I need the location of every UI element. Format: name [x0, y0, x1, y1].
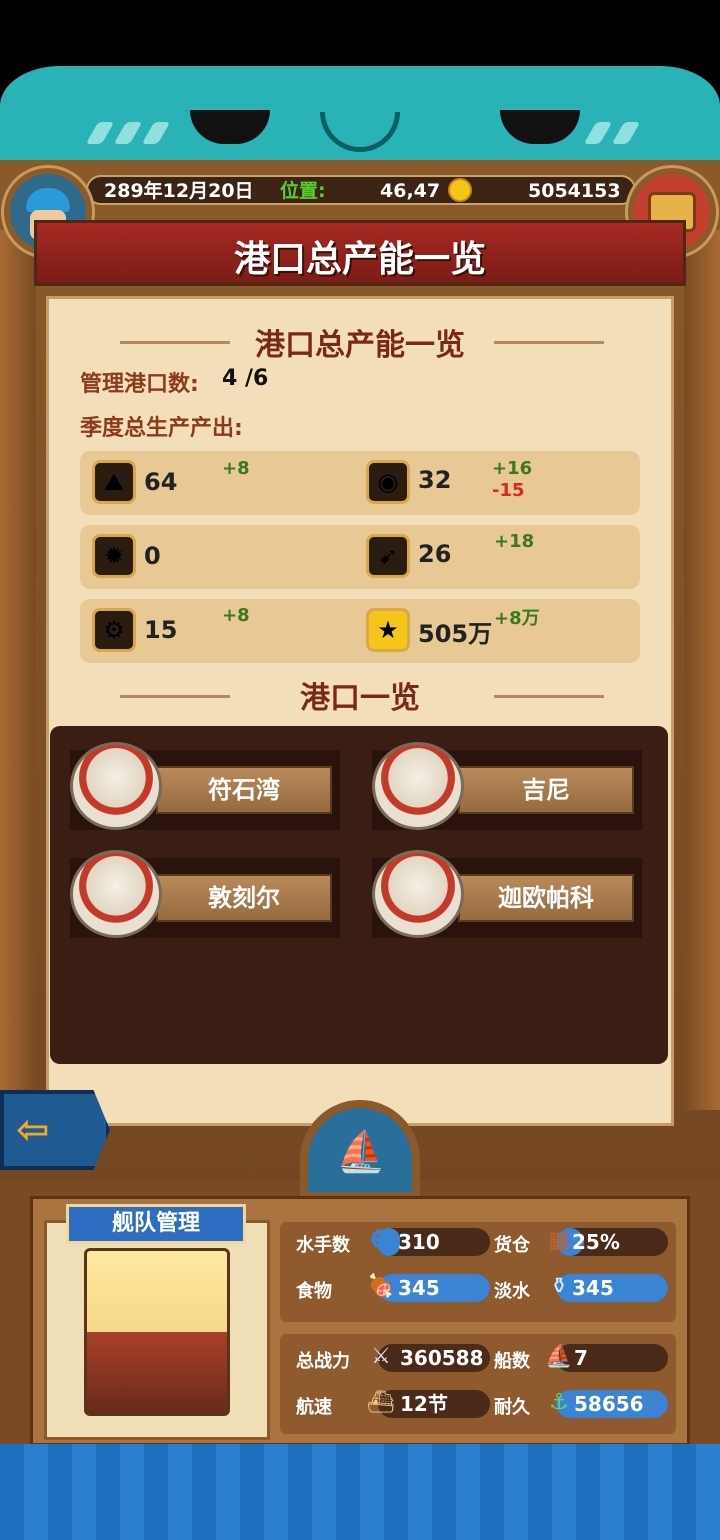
ship-count-icon: ⛵ — [545, 1344, 573, 1369]
gear-badge-icon: ✹ — [92, 534, 136, 578]
crate-icon: ▦ — [548, 1228, 570, 1253]
crystal-icon: ◉ — [366, 460, 410, 504]
power-value: 360588 — [400, 1346, 484, 1370]
speed-ship-icon: ⛴ — [367, 1390, 395, 1415]
resource-value: 64 — [144, 468, 178, 496]
status-bar: 289年12月20日 位置: 46,47 5054153 — [86, 175, 636, 205]
cheek-stripe — [583, 122, 613, 144]
gold-coin-icon: ★ — [366, 608, 410, 652]
cheek-stripe — [141, 122, 171, 144]
pirate-hat-icon — [26, 188, 70, 212]
resource-value: 505万 — [418, 620, 493, 648]
fleet-management-title[interactable]: 舰队管理 — [66, 1204, 246, 1244]
crossed-swords-icon: ⚔ — [371, 1344, 391, 1369]
sailor-icon: ☻ — [369, 1228, 393, 1253]
resource-plus: +18 — [494, 531, 535, 552]
resource-value: 15 — [144, 616, 178, 644]
durability-label: 耐久 — [494, 1397, 530, 1418]
resource-value: 32 — [418, 466, 452, 494]
resource-plus: +8 — [222, 605, 250, 626]
mascot-eye-left — [190, 110, 270, 144]
cheek-stripe — [113, 122, 143, 144]
power-label: 总战力 — [296, 1351, 350, 1372]
resource-value: 26 — [418, 540, 452, 568]
gold-coin-icon — [448, 178, 472, 202]
water-value: 345 — [572, 1276, 614, 1300]
cheek-stripe — [611, 122, 641, 144]
sailors-value: 310 — [398, 1230, 440, 1254]
cog-icon: ⚙ — [92, 608, 136, 652]
port-list-title: 港口一览 — [300, 681, 420, 716]
resource-row — [80, 525, 640, 589]
compass-icon: ➹ — [366, 534, 410, 578]
back-button[interactable]: ⇦ — [0, 1090, 110, 1170]
sailboat-icon: ⛵ — [336, 1129, 386, 1175]
port-name: 符石湾 — [156, 766, 332, 814]
repair-ship-icon: ⚓ — [549, 1390, 569, 1415]
port-name: 吉尼 — [458, 766, 634, 814]
resource-plus: +8万 — [494, 608, 540, 629]
mascot-mouth — [320, 112, 400, 152]
arrow-left-icon: ⇦ — [16, 1107, 50, 1153]
managed-ports-value: 4 /6 — [222, 366, 269, 391]
sailors-label: 水手数 — [296, 1235, 350, 1256]
resource-value: 0 — [144, 542, 161, 570]
durability-value: 58656 — [574, 1392, 644, 1416]
mascot-eye-right — [500, 110, 580, 144]
ships-value: 7 — [574, 1346, 588, 1370]
resource-minus: -15 — [492, 480, 525, 501]
water-jug-icon: ⚱ — [549, 1274, 569, 1299]
port-name: 迦欧帕科 — [458, 874, 634, 922]
port-card-dunkeer[interactable]: 敦刻尔 — [70, 850, 340, 938]
location-label: 位置: — [280, 180, 326, 202]
meat-icon: 🍖 — [367, 1274, 395, 1299]
cargo-value: 25% — [572, 1230, 620, 1254]
food-value: 345 — [398, 1276, 440, 1300]
speed-value: 12节 — [400, 1392, 448, 1416]
sea-border — [0, 1444, 720, 1540]
ship-image[interactable] — [84, 1248, 230, 1416]
water-label: 淡水 — [494, 1281, 530, 1302]
location-coords: 46,47 — [380, 180, 441, 202]
game-date: 289年12月20日 — [104, 180, 254, 202]
page-title: 港口总产能一览 — [233, 239, 486, 280]
port-island-icon — [372, 742, 464, 830]
port-name: 敦刻尔 — [156, 874, 332, 922]
port-island-icon — [70, 742, 162, 830]
ships-label: 船数 — [494, 1351, 530, 1372]
speed-label: 航速 — [296, 1397, 332, 1418]
food-label: 食物 — [296, 1281, 332, 1302]
quarter-output-label: 季度总生产产出: — [80, 416, 243, 441]
resource-plus: +8 — [222, 458, 250, 479]
resource-plus: +16 — [492, 458, 533, 479]
managed-ports-label: 管理港口数: — [80, 372, 199, 397]
cargo-label: 货仓 — [494, 1235, 530, 1256]
port-card-fushiwan[interactable]: 符石湾 — [70, 742, 340, 830]
port-card-jiaoupake[interactable]: 迦欧帕科 — [372, 850, 642, 938]
summary-title: 港口总产能一览 — [255, 328, 465, 363]
cheek-stripe — [85, 122, 115, 144]
port-island-icon — [372, 850, 464, 938]
port-card-jini[interactable]: 吉尼 — [372, 742, 642, 830]
gold-amount: 5054153 — [528, 180, 621, 202]
stone-icon: ⛰ — [92, 460, 136, 504]
port-island-icon — [70, 850, 162, 938]
